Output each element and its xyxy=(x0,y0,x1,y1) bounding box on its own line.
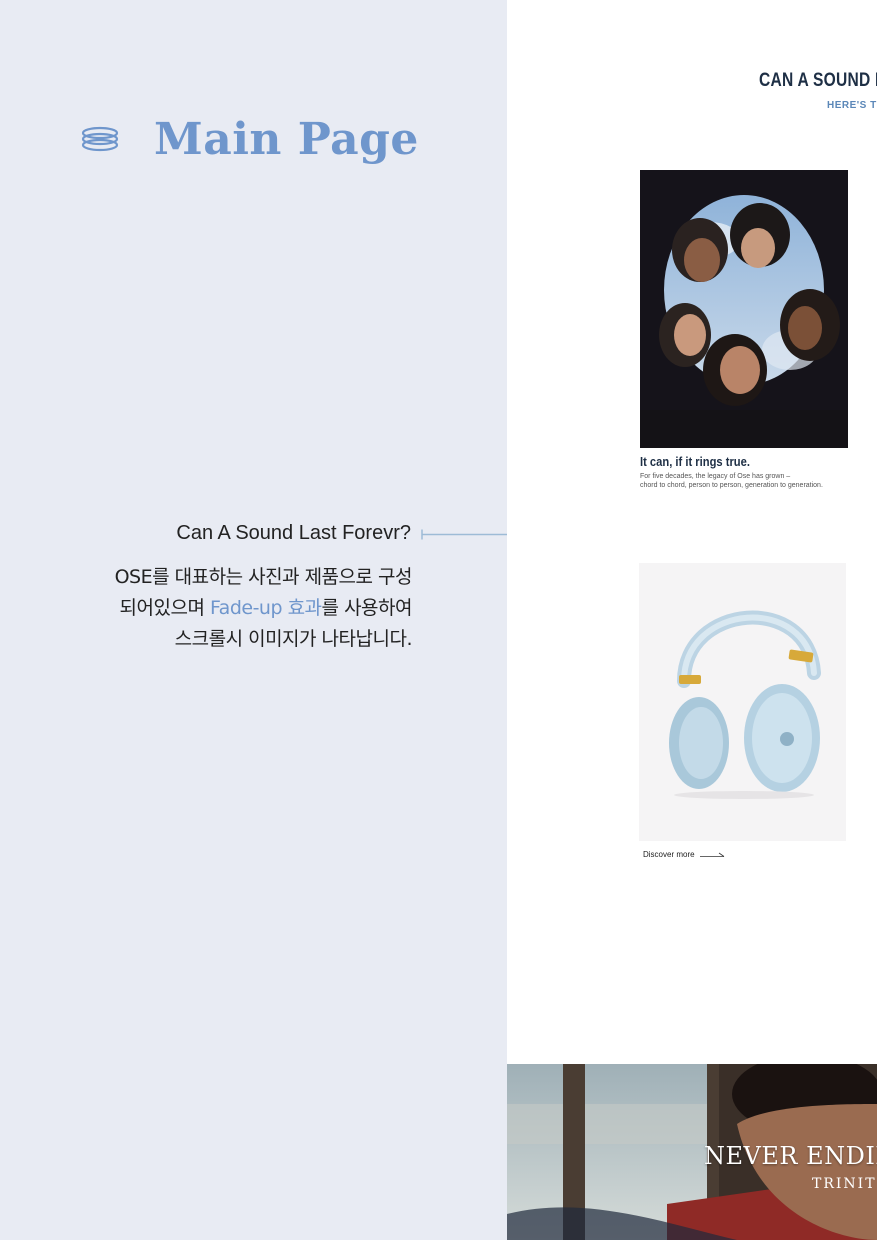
photo-description-line-2: chord to chord, person to person, genera… xyxy=(640,482,823,489)
annotation-heading: Can A Sound Last Forevr? xyxy=(176,522,411,544)
preview-subheading: HERE'S TH xyxy=(827,100,877,111)
discover-more-link[interactable]: Discover more xyxy=(643,850,726,859)
banner-subtitle: TRINIT xyxy=(812,1176,877,1192)
arrow-right-icon xyxy=(699,852,724,857)
group-photo-image xyxy=(640,170,848,448)
page: Main Page Can A Sound Last Forevr? OSE를 … xyxy=(0,0,877,1240)
banner-title: NEVER ENDIN xyxy=(704,1142,877,1170)
preview-heading: CAN A SOUND I xyxy=(759,70,877,91)
annotation-line-1: OSE를 대표하는 사진과 제품으로 구성 xyxy=(114,566,413,588)
photo-caption: It can, if it rings true. xyxy=(640,454,750,469)
group-photo xyxy=(640,170,848,448)
annotation-line-2-start: 되어있으며 xyxy=(119,597,210,619)
annotation-line-2: 되어있으며 Fade-up 효과를 사용하여 xyxy=(60,593,413,624)
annotation-body: OSE를 대표하는 사진과 제품으로 구성 되어있으며 Fade-up 효과를 … xyxy=(60,562,413,655)
site-preview: CAN A SOUND I HERE'S TH xyxy=(507,0,877,1240)
annotation-line-2-end: 를 사용하여 xyxy=(321,597,413,619)
annotation-line-3: 스크롤시 이미지가 나타납니다. xyxy=(174,628,413,650)
photo-description-line-1: For five decades, the legacy of Ose has … xyxy=(640,473,791,480)
page-title: Main Page xyxy=(154,114,419,165)
stack-icon xyxy=(81,126,119,152)
page-header: Main Page xyxy=(80,112,419,168)
annotation-accent-text: Fade-up 효과 xyxy=(210,597,322,619)
headphones-image xyxy=(669,610,821,799)
photo-description: For five decades, the legacy of Ose has … xyxy=(640,472,860,490)
discover-more-label: Discover more xyxy=(643,850,695,859)
headphones-product-card[interactable] xyxy=(639,563,846,841)
